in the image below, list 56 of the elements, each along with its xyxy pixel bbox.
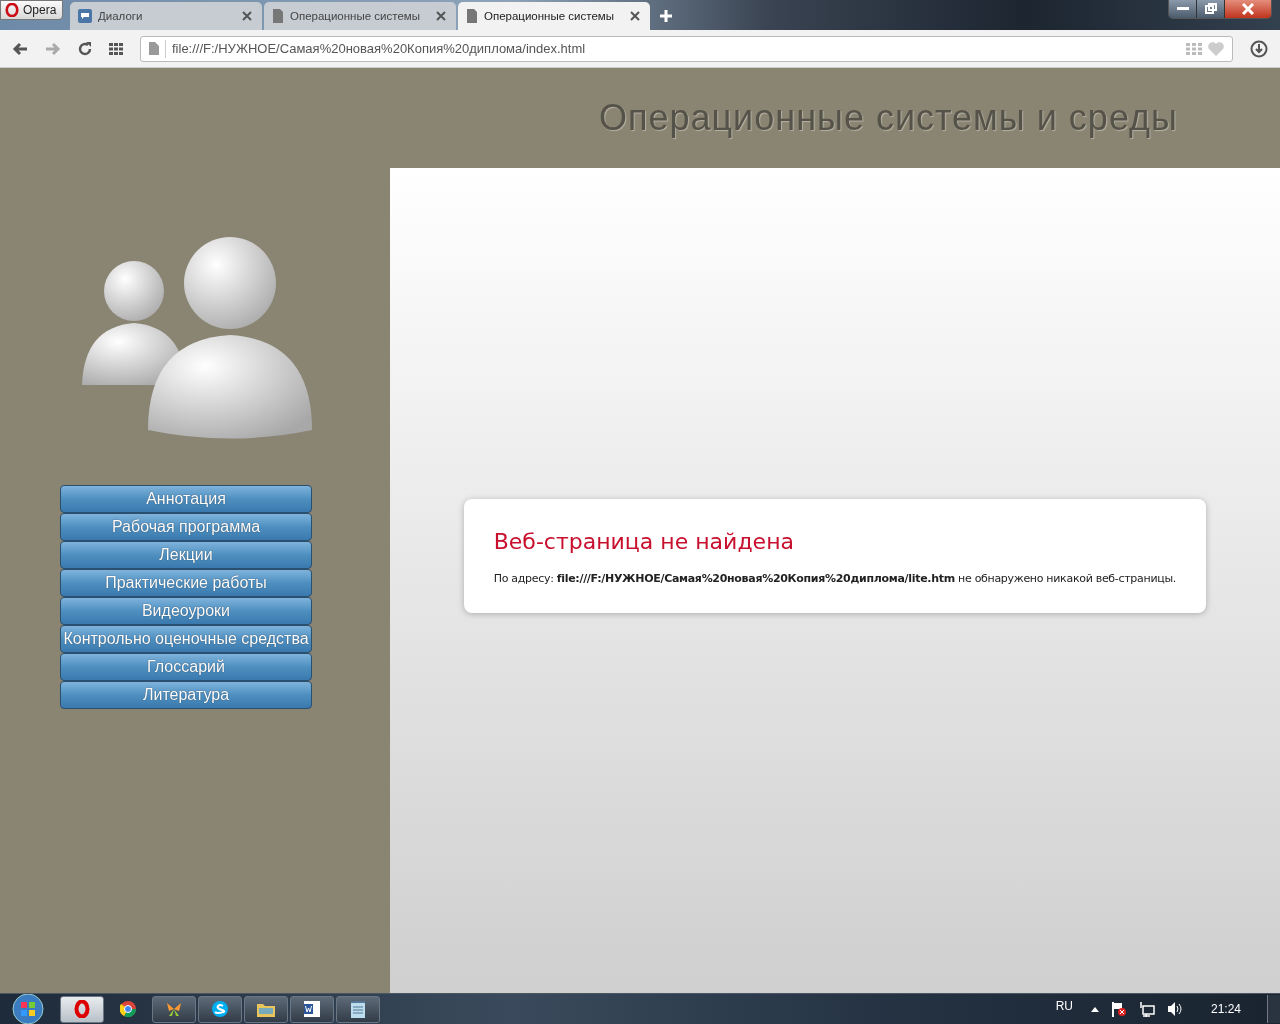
chat-icon: [78, 9, 92, 23]
network-icon[interactable]: [1138, 1001, 1155, 1017]
nav-button[interactable]: Видеоуроки: [60, 597, 312, 625]
taskbar-button[interactable]: [60, 995, 104, 1023]
notepad-icon: [351, 1000, 365, 1018]
folder-icon: [257, 1001, 275, 1017]
taskbar-button[interactable]: [244, 995, 288, 1023]
browser-tab[interactable]: Диалоги: [70, 2, 262, 30]
tab-title: Операционные системы: [290, 10, 421, 22]
s-logo-icon: [212, 1001, 228, 1017]
nav-button[interactable]: Лекции: [60, 541, 312, 569]
close-icon[interactable]: [436, 11, 446, 21]
minimize-icon: [1176, 7, 1189, 11]
taskbar-button[interactable]: [336, 995, 380, 1023]
nav-button[interactable]: Аннотация: [60, 485, 312, 513]
clock-time[interactable]: 21:24: [1210, 1002, 1241, 1016]
speaker-icon[interactable]: [1166, 1001, 1183, 1017]
tab-title: Диалоги: [98, 10, 144, 22]
circle-logo-icon: [120, 1001, 136, 1017]
restore-button[interactable]: [1197, 0, 1225, 18]
butterfly-icon: [166, 1001, 182, 1017]
page-icon: [149, 42, 159, 55]
language-indicator[interactable]: RU: [1055, 999, 1073, 1013]
grid-icon[interactable]: [109, 42, 123, 55]
up-arrow-icon[interactable]: [1090, 1006, 1099, 1012]
browser-tab[interactable]: Операционные системы: [264, 2, 456, 30]
back-icon[interactable]: [12, 41, 28, 56]
error-message: По адресу: file:///F:/НУЖНОЕ/Самая%20новая%20Копия%20диплома/lite.htm не обнаружено никакой веб-страницы.: [493, 571, 1176, 585]
o-logo-icon: [74, 1000, 90, 1018]
download-icon[interactable]: [1250, 39, 1268, 58]
new-tab-icon[interactable]: [660, 10, 672, 22]
close-button[interactable]: [1225, 0, 1271, 18]
browser-tab[interactable]: Операционные системы: [458, 2, 650, 30]
flag-icon[interactable]: [1110, 1001, 1127, 1017]
page-icon: [272, 9, 284, 23]
error-heading: Веб-страница не найдена: [493, 528, 795, 554]
taskbar-button[interactable]: [152, 995, 196, 1023]
close-icon[interactable]: [242, 11, 252, 21]
nav-button[interactable]: Глоссарий: [60, 653, 312, 681]
w-document-icon: [304, 1001, 320, 1017]
nav-button[interactable]: Литература: [60, 681, 312, 709]
minimize-button[interactable]: [1169, 0, 1197, 18]
restore-icon: [1204, 3, 1217, 15]
nav-button[interactable]: Контрольно оценочные средства: [60, 625, 312, 653]
close-icon: [1242, 3, 1254, 15]
opera-logo-icon: [5, 3, 19, 17]
taskbar-button[interactable]: [290, 995, 334, 1023]
show-desktop-button[interactable]: [1267, 995, 1280, 1023]
nav-button[interactable]: Рабочая программа: [60, 513, 312, 541]
taskbar-button[interactable]: [198, 995, 242, 1023]
close-icon[interactable]: [630, 11, 640, 21]
opera-menu-button[interactable]: Opera: [0, 0, 64, 20]
page-icon: [466, 9, 478, 23]
tab-title: Операционные системы: [484, 10, 615, 22]
nav-button[interactable]: Практические работы: [60, 569, 312, 597]
reload-icon[interactable]: [78, 41, 92, 56]
